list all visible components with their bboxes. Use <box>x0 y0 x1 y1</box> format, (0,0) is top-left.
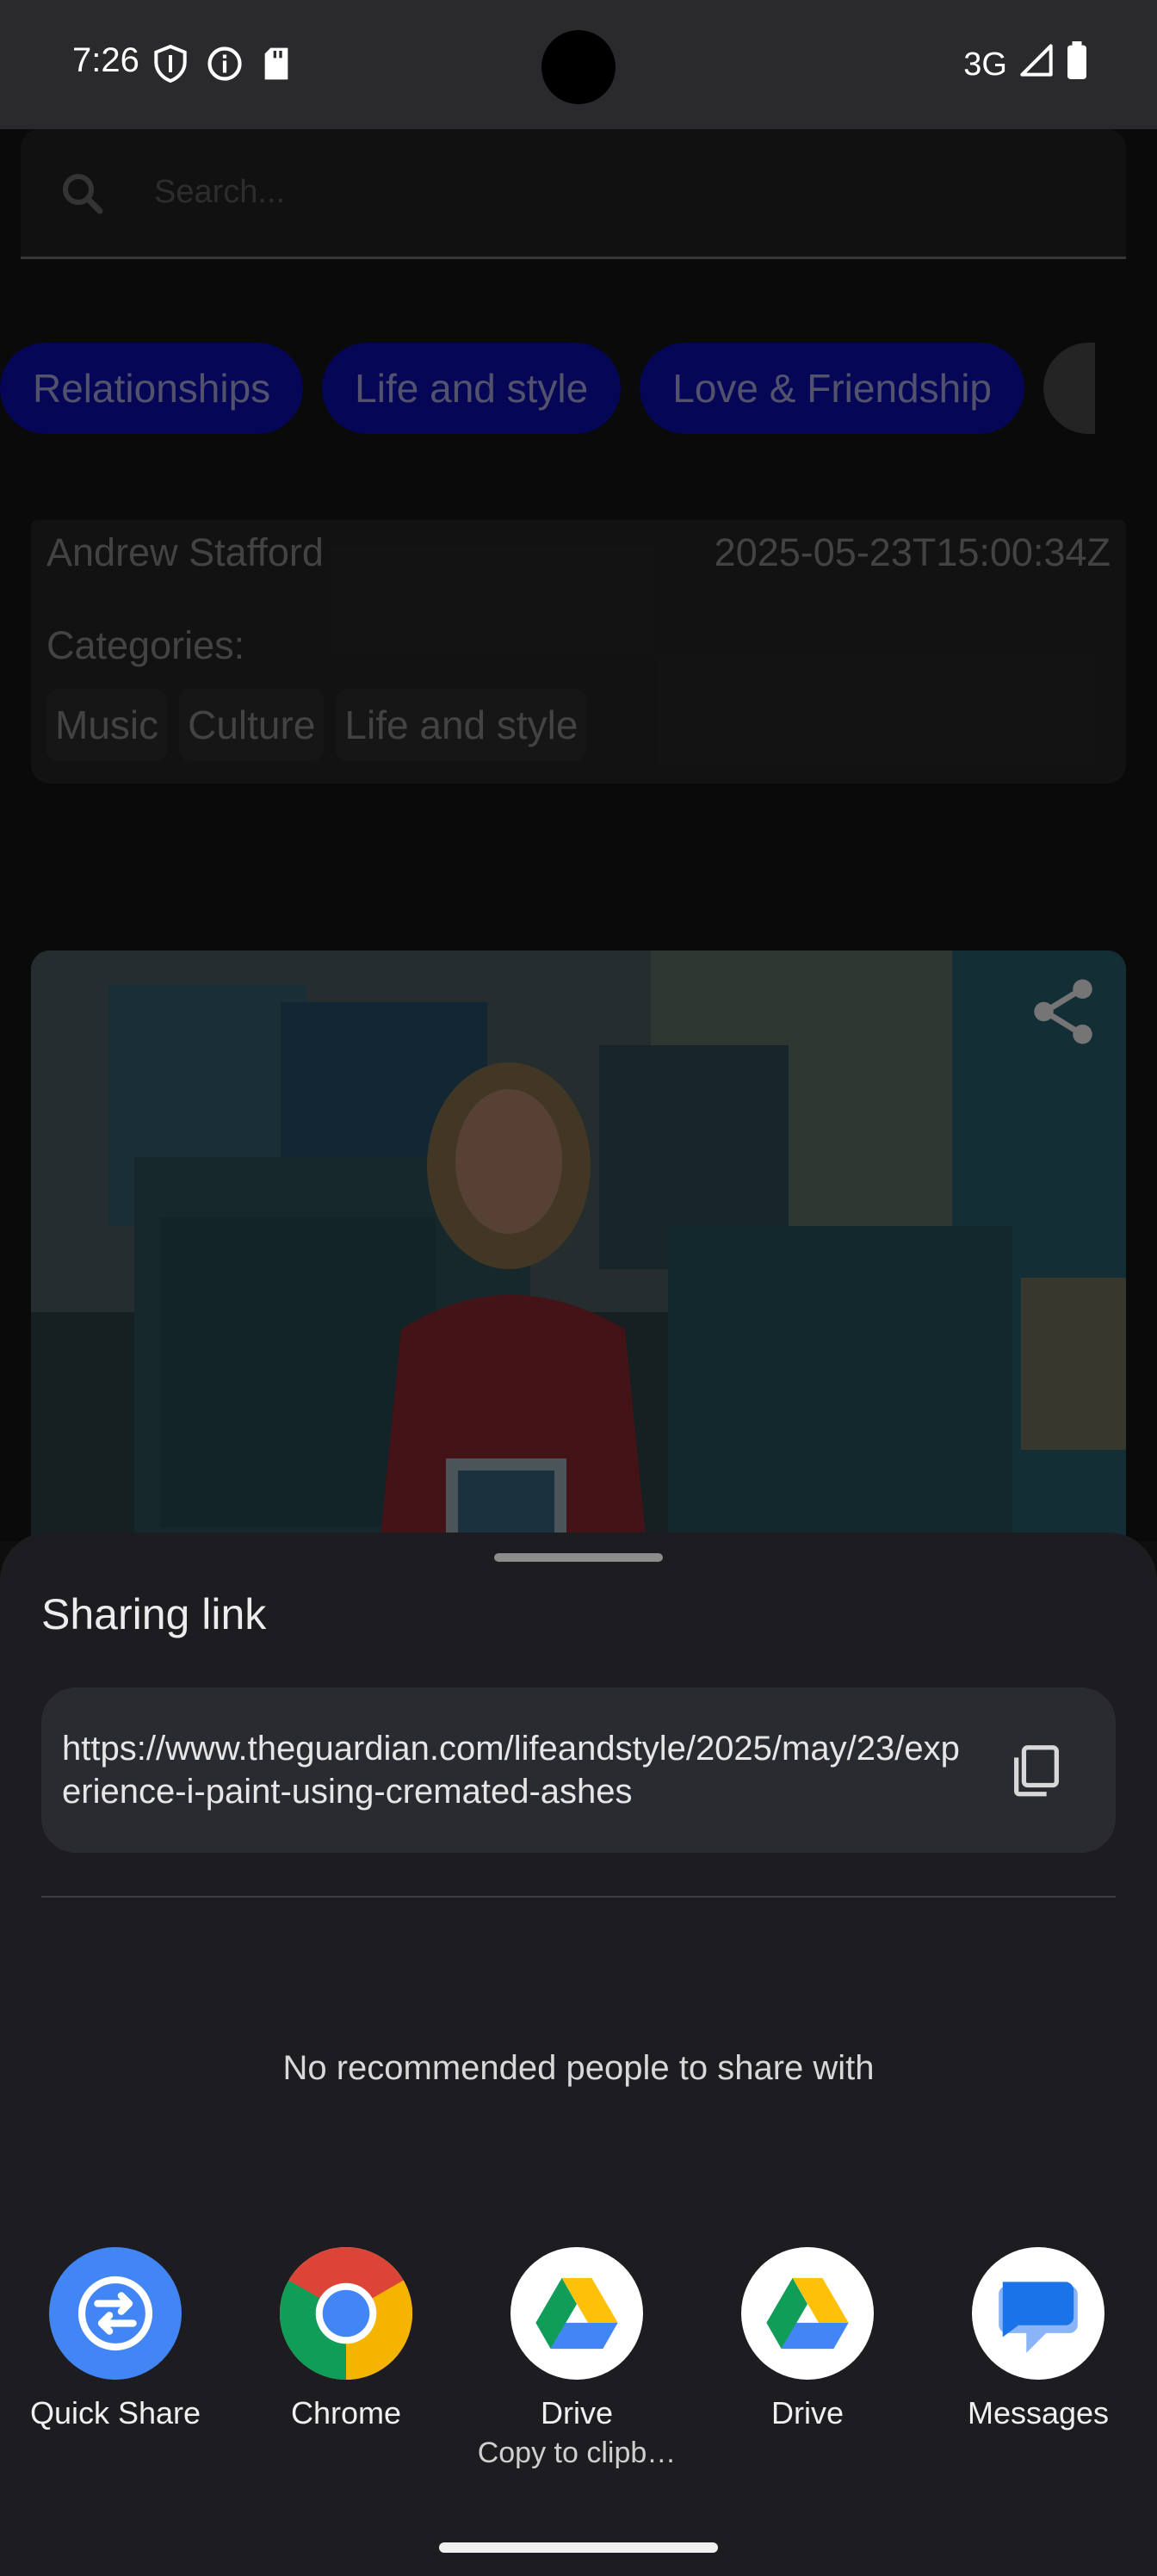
category-chips: Relationships Life and style Love & Frie… <box>0 343 1095 434</box>
article-meta-card[interactable]: Andrew Stafford 2025-05-23T15:00:34Z Cat… <box>31 520 1126 783</box>
shared-url: https://www.theguardian.com/lifeandstyle… <box>62 1730 960 1811</box>
camera-cutout <box>541 30 616 104</box>
status-icons-right: 3G <box>963 41 1088 88</box>
article-photo <box>31 951 1126 1588</box>
categories-label: Categories: <box>46 623 245 667</box>
no-people-message: No recommended people to share with <box>282 2049 875 2087</box>
sd-card-icon <box>262 46 291 85</box>
article-date: 2025-05-23T15:00:34Z <box>714 530 1111 574</box>
status-time: 7:26 <box>72 41 139 79</box>
search-bar[interactable]: Search... <box>21 129 1126 259</box>
messages-icon <box>972 2247 1104 2380</box>
info-icon <box>207 46 243 86</box>
share-target-drive-copy[interactable]: Drive Copy to clipb… <box>461 2247 692 2470</box>
chrome-icon <box>280 2247 412 2380</box>
share-target-drive[interactable]: Drive <box>692 2247 923 2431</box>
chip-more[interactable] <box>1043 343 1095 434</box>
app-content: Search... Relationships Life and style L… <box>0 129 1157 1588</box>
gesture-nav-bar[interactable] <box>439 2542 718 2553</box>
share-target-label: Quick Share <box>29 2395 201 2430</box>
network-type: 3G <box>963 46 1007 83</box>
signal-icon <box>1019 43 1054 86</box>
chip-relationships[interactable]: Relationships <box>0 343 304 434</box>
tag-music[interactable]: Music <box>46 689 168 761</box>
chip-life-and-style[interactable]: Life and style <box>322 343 622 434</box>
drive-icon <box>741 2247 874 2380</box>
search-icon <box>57 168 108 224</box>
article-author: Andrew Stafford <box>46 530 324 574</box>
search-input[interactable]: Search... <box>154 174 285 211</box>
share-target-messages[interactable]: Messages <box>923 2247 1154 2431</box>
divider <box>41 1896 1116 1898</box>
battery-icon <box>1066 41 1088 88</box>
share-target-label: Drive <box>540 2395 613 2430</box>
category-tags: Music Culture Life and style <box>46 689 587 761</box>
shield-icon <box>153 44 188 87</box>
quick-share-icon <box>49 2247 182 2380</box>
screen: Search... Relationships Life and style L… <box>0 0 1157 2576</box>
status-bar: 7:26 3G <box>0 0 1157 129</box>
link-preview: https://www.theguardian.com/lifeandstyle… <box>41 1687 1116 1853</box>
drive-icon <box>510 2247 643 2380</box>
sheet-title: Sharing link <box>41 1590 267 1638</box>
share-targets: Quick Share Chrome Drive Copy to clipb… … <box>0 2247 1157 2469</box>
article-image[interactable] <box>31 951 1126 1588</box>
tag-culture[interactable]: Culture <box>179 689 325 761</box>
share-target-sublabel: Copy to clipb… <box>477 2437 677 2469</box>
tag-life-and-style[interactable]: Life and style <box>336 689 587 761</box>
share-icon[interactable] <box>1024 973 1102 1055</box>
share-sheet: Sharing link https://www.theguardian.com… <box>0 1533 1157 2576</box>
share-target-label: Messages <box>967 2395 1110 2430</box>
drag-handle[interactable] <box>494 1553 663 1562</box>
share-target-quick-share[interactable]: Quick Share <box>0 2247 231 2431</box>
copy-button[interactable] <box>1004 1737 1069 1803</box>
share-target-label: Chrome <box>290 2395 402 2430</box>
share-target-chrome[interactable]: Chrome <box>231 2247 461 2431</box>
chip-love-friendship[interactable]: Love & Friendship <box>640 343 1024 434</box>
share-target-label: Drive <box>770 2395 844 2430</box>
copy-icon <box>1014 1745 1059 1797</box>
status-icons-left <box>153 44 291 87</box>
